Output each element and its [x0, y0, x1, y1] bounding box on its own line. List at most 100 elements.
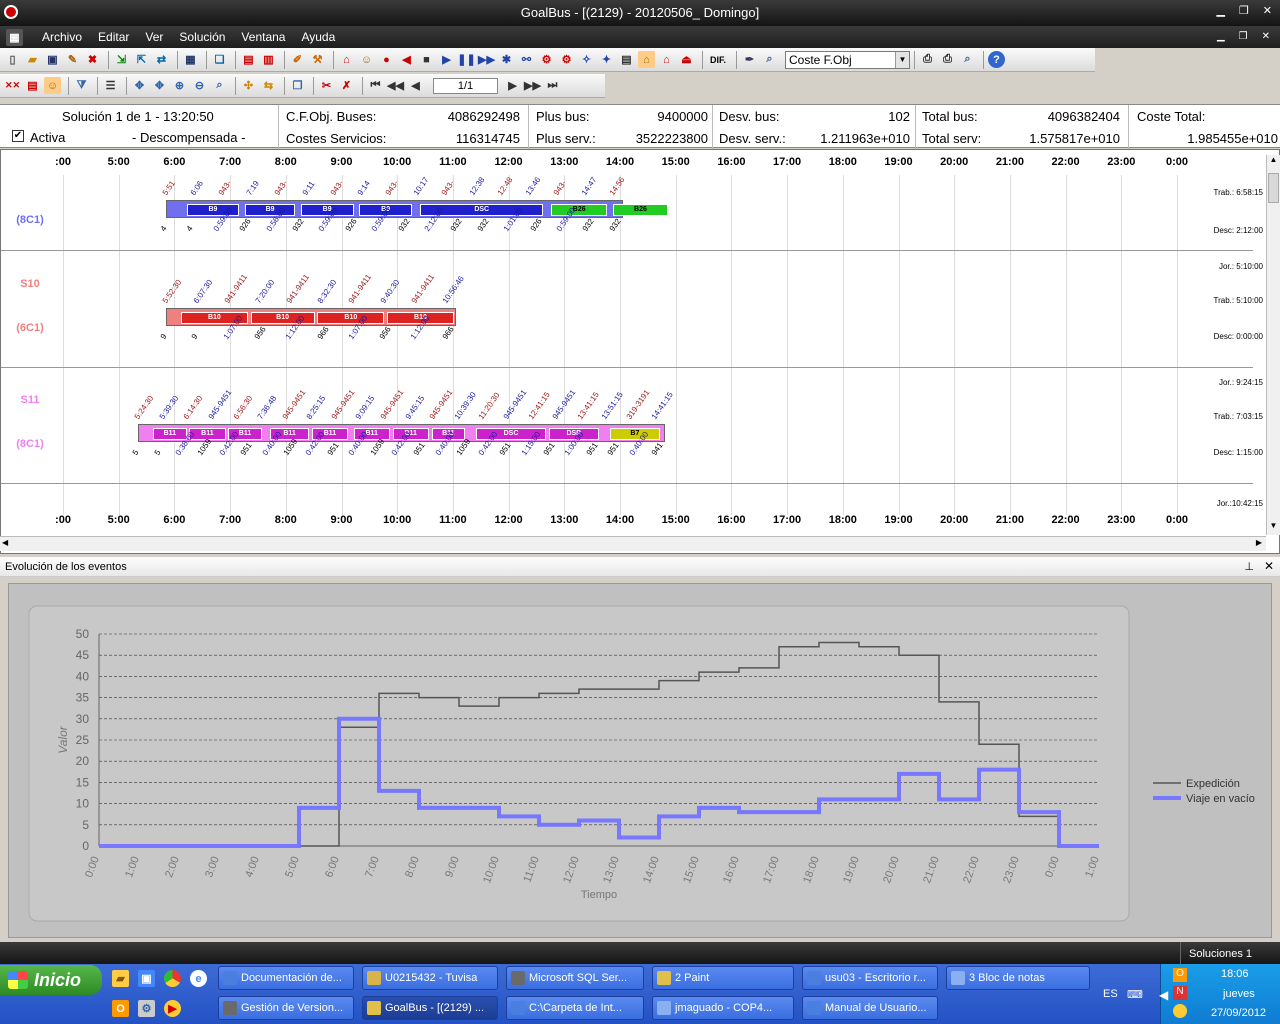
- trip-segment[interactable]: B26: [612, 204, 669, 216]
- swap-icon[interactable]: ⇆: [260, 77, 277, 94]
- outlook-icon[interactable]: O: [112, 1000, 129, 1017]
- cut-icon[interactable]: ✂: [318, 77, 335, 94]
- bus-icon[interactable]: ▤: [240, 51, 257, 68]
- tray-app-icon[interactable]: [1173, 1004, 1187, 1018]
- media-icon[interactable]: ▶: [164, 1000, 181, 1017]
- trip-segment[interactable]: B10: [317, 312, 385, 324]
- row-name[interactable]: S11: [1, 394, 59, 406]
- scroll-right-icon[interactable]: ▶: [1256, 538, 1262, 547]
- trip-segment[interactable]: B7: [609, 428, 660, 440]
- xx-icon[interactable]: ✕✕: [4, 77, 21, 94]
- scroll-down-icon[interactable]: ▼: [1267, 521, 1280, 535]
- taskbar-button[interactable]: Manual de Usuario...: [802, 996, 938, 1020]
- open-folder-icon[interactable]: ▰: [24, 51, 41, 68]
- taskbar-button[interactable]: C:\Carpeta de Int...: [506, 996, 644, 1020]
- new-file-icon[interactable]: ▯: [4, 51, 21, 68]
- print-icon[interactable]: ⎙: [919, 51, 936, 68]
- home-icon[interactable]: ⌂: [638, 51, 655, 68]
- calc2-icon[interactable]: ⚙: [558, 51, 575, 68]
- onenote-tray-icon[interactable]: N: [1173, 986, 1187, 1000]
- menu-editar[interactable]: Editar: [98, 30, 129, 44]
- save-icon[interactable]: ▣: [44, 51, 61, 68]
- taskbar-button[interactable]: Documentación de...: [218, 966, 354, 990]
- list-icon[interactable]: ☰: [102, 77, 119, 94]
- active-checkbox[interactable]: ✔: [12, 130, 24, 142]
- taskbar-button[interactable]: GoalBus - [(2129) ...: [362, 996, 498, 1020]
- depot-icon[interactable]: ⌂: [338, 51, 355, 68]
- help-icon[interactable]: ?: [988, 51, 1005, 68]
- pencil-icon[interactable]: ✐: [289, 51, 306, 68]
- close-button[interactable]: ✕: [1263, 4, 1272, 17]
- zoom-out-icon[interactable]: ⊖: [191, 77, 208, 94]
- scroll-left-icon[interactable]: ◀: [2, 538, 8, 547]
- menu-archivo[interactable]: Archivo: [42, 30, 82, 44]
- pin-icon[interactable]: ⊥: [1244, 560, 1254, 573]
- search-doc-icon[interactable]: ⌕: [761, 51, 778, 68]
- chevron-down-icon[interactable]: ▼: [895, 51, 909, 68]
- taskbar-button[interactable]: U0215432 - Tuvisa: [362, 966, 498, 990]
- bars-icon[interactable]: ▤: [24, 77, 41, 94]
- grid-icon[interactable]: ▦: [182, 51, 199, 68]
- page-indicator[interactable]: 1/1: [433, 77, 498, 94]
- sync-icon[interactable]: ⇄: [153, 51, 170, 68]
- import-icon[interactable]: ⇲: [113, 51, 130, 68]
- zoom-icon[interactable]: ⌕: [959, 51, 976, 68]
- desktop-icon[interactable]: ▣: [138, 970, 155, 987]
- user-icon[interactable]: ☺: [358, 51, 375, 68]
- zoom-in-icon[interactable]: ⊕: [171, 77, 188, 94]
- link-icon[interactable]: ⚯: [518, 51, 535, 68]
- menu-ventana[interactable]: Ventana: [241, 30, 285, 44]
- document-icon[interactable]: ▦: [6, 28, 23, 46]
- scroll-thumb[interactable]: [1268, 173, 1279, 203]
- copy-icon[interactable]: ❏: [211, 51, 228, 68]
- app2-icon[interactable]: ⚙: [138, 1000, 155, 1017]
- outlook-tray-icon[interactable]: O: [1173, 968, 1187, 982]
- record-icon[interactable]: ●: [378, 51, 395, 68]
- taskbar-button[interactable]: 3 Bloc de notas: [946, 966, 1090, 990]
- pause-icon[interactable]: ❚❚: [457, 51, 475, 68]
- menu-solucion[interactable]: Solución: [179, 30, 225, 44]
- wizard-icon[interactable]: ✧: [578, 51, 595, 68]
- scroll-up-icon[interactable]: ▲: [1267, 155, 1280, 169]
- next-fast-icon[interactable]: ▶▶: [524, 77, 541, 94]
- step-icon[interactable]: ▶▶: [478, 51, 495, 68]
- start-button[interactable]: Inicio: [0, 965, 102, 995]
- export-icon[interactable]: ⇱: [133, 51, 150, 68]
- prev-page-icon[interactable]: ◀: [407, 77, 424, 94]
- zoom-fit-icon[interactable]: ⌕: [211, 77, 228, 94]
- taskbar-button[interactable]: 2 Paint: [652, 966, 794, 990]
- trip-segment[interactable]: B26: [551, 204, 608, 216]
- play-icon[interactable]: ▶: [438, 51, 455, 68]
- optimize-icon[interactable]: ✱: [498, 51, 515, 68]
- menu-ayuda[interactable]: Ayuda: [301, 30, 335, 44]
- vertical-scrollbar[interactable]: ▲ ▼: [1266, 155, 1280, 535]
- row-name[interactable]: S10: [1, 278, 59, 290]
- bus-band[interactable]: B10 B10 B10 B10: [166, 308, 456, 326]
- notes-icon[interactable]: ▤: [618, 51, 635, 68]
- dif-button[interactable]: DIF.: [707, 51, 729, 68]
- network-icon[interactable]: ◀: [1159, 988, 1168, 1002]
- window-icon[interactable]: ❐: [289, 77, 306, 94]
- cost-combo[interactable]: Coste F.Obj ▼: [785, 50, 910, 69]
- mdi-close-button[interactable]: ✕: [1262, 31, 1270, 42]
- folder-icon[interactable]: ▰: [112, 970, 129, 987]
- next-page-icon[interactable]: ▶: [504, 77, 521, 94]
- wizard2-icon[interactable]: ✦: [598, 51, 615, 68]
- language-indicator[interactable]: ES: [1103, 988, 1118, 1000]
- ie-icon[interactable]: e: [190, 970, 207, 987]
- edit-icon[interactable]: ✎: [64, 51, 81, 68]
- chrome-icon[interactable]: [164, 970, 181, 987]
- stop-icon[interactable]: ■: [418, 51, 435, 68]
- print-setup-icon[interactable]: ⎙: [939, 51, 956, 68]
- taskbar-button[interactable]: Microsoft SQL Ser...: [506, 966, 644, 990]
- keyboard-icon[interactable]: ⌨: [1127, 988, 1143, 1001]
- pen-icon[interactable]: ✒: [741, 51, 758, 68]
- move-icon[interactable]: ✣: [240, 77, 257, 94]
- taskbar-button[interactable]: jmaguado - COP4...: [652, 996, 794, 1020]
- person-icon[interactable]: ☺: [44, 77, 61, 94]
- bus-config-icon[interactable]: ▥: [260, 51, 277, 68]
- minimize-button[interactable]: ▁: [1216, 4, 1224, 17]
- mdi-minimize-button[interactable]: ▁: [1217, 31, 1225, 42]
- calc-icon[interactable]: ⚙: [538, 51, 555, 68]
- tools-icon[interactable]: ⚒: [309, 51, 326, 68]
